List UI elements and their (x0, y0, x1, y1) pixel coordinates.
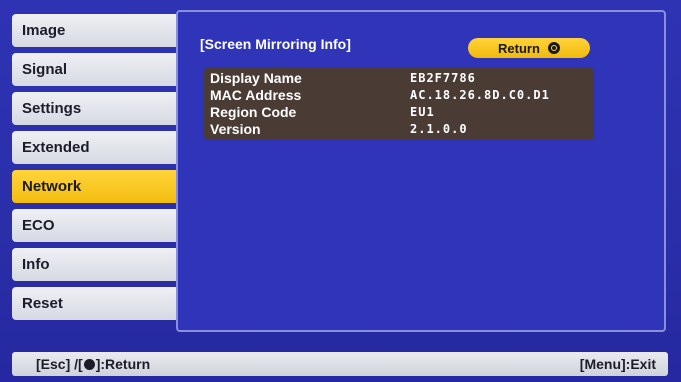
projector-osd-screen: Image Signal Settings Extended Network E… (0, 0, 681, 382)
info-list: Display Name EB2F7786 MAC Address AC.18.… (204, 68, 594, 140)
info-row-mac-address: MAC Address AC.18.26.8D.C0.D1 (210, 87, 588, 104)
menu-item-label: Signal (22, 61, 68, 78)
menu-item-info[interactable]: Info (12, 248, 192, 281)
footer-return-text: ]:Return (95, 356, 151, 372)
menu-item-extended[interactable]: Extended (12, 131, 192, 164)
menu-item-eco[interactable]: ECO (12, 209, 192, 242)
menu-item-signal[interactable]: Signal (12, 53, 192, 86)
info-value: EB2F7786 (410, 71, 476, 85)
menu-item-image[interactable]: Image (12, 14, 192, 47)
menu-item-label: Settings (22, 100, 82, 117)
menu-item-label: Network (22, 178, 82, 195)
menu-item-settings[interactable]: Settings (12, 92, 192, 125)
menu-item-label: Extended (22, 139, 90, 156)
return-button-label: Return (498, 40, 540, 56)
info-row-version: Version 2.1.0.0 (210, 121, 588, 138)
info-row-display-name: Display Name EB2F7786 (210, 70, 588, 87)
screen-mirroring-info-panel: [Screen Mirroring Info] Return Display N… (176, 10, 666, 332)
menu-item-label: ECO (22, 217, 55, 234)
footer-return-hint: [Esc] /[ ]:Return (36, 352, 150, 376)
info-label: Region Code (210, 104, 297, 120)
menu-item-label: Reset (22, 295, 63, 312)
footer-help-bar: [Esc] /[ ]:Return [Menu]:Exit (12, 352, 668, 376)
info-label: MAC Address (210, 87, 302, 103)
footer-exit-hint: [Menu]:Exit (579, 356, 656, 372)
enter-icon (83, 359, 95, 370)
info-value: AC.18.26.8D.C0.D1 (410, 88, 550, 102)
menu-item-network[interactable]: Network (12, 170, 192, 203)
info-value: EU1 (410, 105, 435, 119)
info-label: Version (210, 121, 261, 137)
enter-icon (547, 42, 560, 54)
menu-item-label: Image (22, 22, 66, 39)
main-menu: Image Signal Settings Extended Network E… (12, 14, 192, 326)
panel-title: [Screen Mirroring Info] (200, 36, 351, 52)
return-button[interactable]: Return (468, 38, 590, 58)
menu-item-label: Info (22, 256, 50, 273)
footer-esc-text: [Esc] /[ (36, 356, 83, 372)
menu-item-reset[interactable]: Reset (12, 287, 192, 320)
info-label: Display Name (210, 70, 302, 86)
info-value: 2.1.0.0 (410, 122, 468, 136)
info-row-region-code: Region Code EU1 (210, 104, 588, 121)
